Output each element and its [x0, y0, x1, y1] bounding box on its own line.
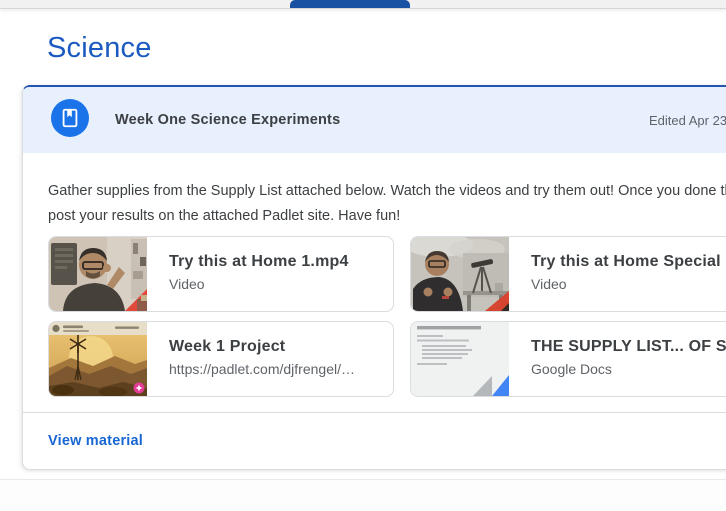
attachments-grid: Try this at Home 1.mp4 Video — [48, 236, 726, 397]
video-still-man-pointing-image — [411, 237, 509, 311]
video-thumbnail — [411, 237, 509, 311]
attachment-text: THE SUPPLY LIST... OF SCI… Google Docs — [509, 322, 726, 396]
attachment-text: Try this at Home 1.mp4 Video — [147, 237, 393, 311]
attachment-title: Week 1 Project — [169, 338, 385, 356]
attachment-card-padlet[interactable]: Week 1 Project https://padlet.com/djfren… — [48, 321, 394, 397]
attachment-title: THE SUPPLY LIST... OF SCI… — [531, 338, 726, 356]
page-title: Science — [47, 31, 152, 65]
attachment-title: Try this at Home Special … — [531, 253, 726, 271]
attachment-card-doc[interactable]: THE SUPPLY LIST... OF SCI… Google Docs — [410, 321, 726, 397]
doc-thumbnail — [411, 322, 509, 396]
video-thumbnail — [49, 237, 147, 311]
below-panel-area — [0, 480, 726, 511]
attachment-subtitle: https://padlet.com/djfrengel/… — [169, 361, 385, 377]
edited-date: Edited Apr 23 — [649, 87, 726, 153]
attachment-text: Week 1 Project https://padlet.com/djfren… — [147, 322, 393, 396]
view-material-link[interactable]: View material — [48, 433, 143, 449]
material-icon-circle — [51, 99, 89, 137]
active-tab-indicator[interactable] — [290, 0, 410, 8]
attachment-card-video-1[interactable]: Try this at Home 1.mp4 Video — [48, 236, 394, 312]
material-card-header[interactable]: Week One Science Experiments Edited Apr … — [23, 87, 726, 153]
attachment-subtitle: Video — [531, 276, 726, 292]
attachment-subtitle: Google Docs — [531, 361, 726, 377]
attachment-title: Try this at Home 1.mp4 — [169, 253, 385, 271]
attachment-subtitle: Video — [169, 276, 385, 292]
link-thumbnail — [49, 322, 147, 396]
material-card: Week One Science Experiments Edited Apr … — [22, 85, 726, 470]
book-icon — [59, 107, 81, 129]
padlet-site-preview-image — [49, 322, 147, 396]
attachment-text: Try this at Home Special … Video — [509, 237, 726, 311]
description-line-1: Gather supplies from the Supply List att… — [48, 179, 726, 204]
video-still-man-glasses-image — [49, 237, 147, 311]
material-title: Week One Science Experiments — [115, 87, 340, 153]
google-docs-preview-image — [411, 322, 509, 396]
description-line-2: post your results on the attached Padlet… — [48, 204, 726, 229]
attachment-card-video-2[interactable]: Try this at Home Special … Video — [410, 236, 726, 312]
material-description: Gather supplies from the Supply List att… — [48, 179, 726, 229]
footer-divider — [23, 412, 726, 413]
